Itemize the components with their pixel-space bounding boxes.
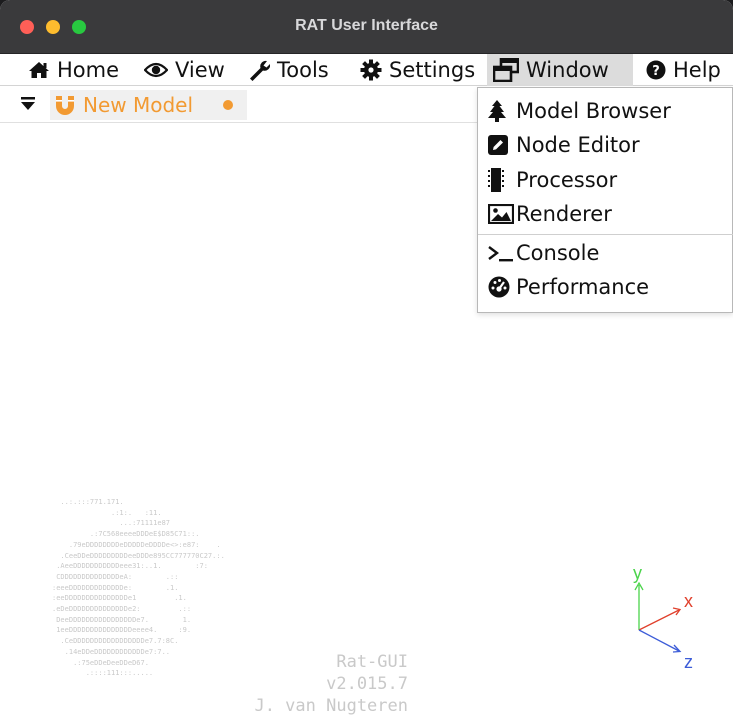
app-window: RAT User Interface Home View Tools Setti… xyxy=(0,0,733,725)
menu-home[interactable]: Home xyxy=(22,54,125,86)
tab-label: New Model xyxy=(83,93,194,117)
image-icon xyxy=(488,204,516,224)
axis-x-label: x xyxy=(684,591,693,611)
app-name: Rat-GUI xyxy=(336,652,408,672)
menu-item-label: Console xyxy=(516,241,600,265)
eye-icon xyxy=(144,61,168,79)
chip-icon xyxy=(488,168,516,192)
app-version: v2.015.7 xyxy=(326,674,408,694)
menu-item-model-browser[interactable]: Model Browser xyxy=(478,94,733,128)
menu-settings[interactable]: Settings xyxy=(354,54,481,86)
menu-item-renderer[interactable]: Renderer xyxy=(478,197,733,231)
magnet-icon xyxy=(54,94,76,116)
menu-help[interactable]: ? Help xyxy=(640,54,727,86)
orientation-axes: y x z xyxy=(622,560,702,672)
title-bar: RAT User Interface xyxy=(0,0,733,54)
menu-help-label: Help xyxy=(673,58,721,82)
home-icon xyxy=(28,60,50,80)
menu-home-label: Home xyxy=(57,58,120,82)
wrench-icon xyxy=(248,59,270,81)
menu-item-performance[interactable]: Performance xyxy=(478,270,733,304)
menu-item-label: Processor xyxy=(516,168,618,192)
menu-item-processor[interactable]: Processor xyxy=(478,163,733,197)
window-restore-icon xyxy=(493,58,519,82)
tree-icon xyxy=(488,100,516,122)
menu-view-label: View xyxy=(175,58,225,82)
terminal-icon xyxy=(488,243,516,263)
window-menu-dropdown: Model Browser Node Editor Processor Rend… xyxy=(477,87,733,313)
menu-item-console[interactable]: Console xyxy=(478,236,733,270)
axis-z-label: z xyxy=(684,652,693,672)
question-circle-icon: ? xyxy=(646,60,666,80)
window-title: RAT User Interface xyxy=(295,17,438,34)
splash-credits: Rat-GUI v2.015.7 J. van Nugteren xyxy=(228,651,408,717)
menu-item-label: Model Browser xyxy=(516,99,671,123)
axis-y-label: y xyxy=(633,563,642,583)
caret-down-icon xyxy=(21,97,35,110)
svg-text:?: ? xyxy=(652,64,660,79)
menu-item-label: Node Editor xyxy=(516,133,640,157)
menu-item-label: Renderer xyxy=(516,202,612,226)
menu-bar: Home View Tools Settings Window ? Help xyxy=(0,54,733,86)
menu-view[interactable]: View xyxy=(138,54,231,86)
app-author: J. van Nugteren xyxy=(254,696,408,716)
tab-new-model[interactable]: New Model xyxy=(50,90,247,120)
menu-item-label: Performance xyxy=(516,275,650,299)
pencil-square-icon xyxy=(488,135,516,155)
menu-tools-label: Tools xyxy=(277,58,329,82)
tab-list-toggle[interactable] xyxy=(20,96,36,116)
menu-window-label: Window xyxy=(526,58,609,82)
gear-icon xyxy=(360,59,382,81)
menu-window[interactable]: Window xyxy=(487,54,633,86)
menu-item-node-editor[interactable]: Node Editor xyxy=(478,128,733,162)
menu-separator xyxy=(478,234,733,235)
menu-settings-label: Settings xyxy=(389,58,476,82)
menu-tools[interactable]: Tools xyxy=(242,54,335,86)
gauge-icon xyxy=(488,276,516,298)
unsaved-indicator xyxy=(223,100,233,110)
